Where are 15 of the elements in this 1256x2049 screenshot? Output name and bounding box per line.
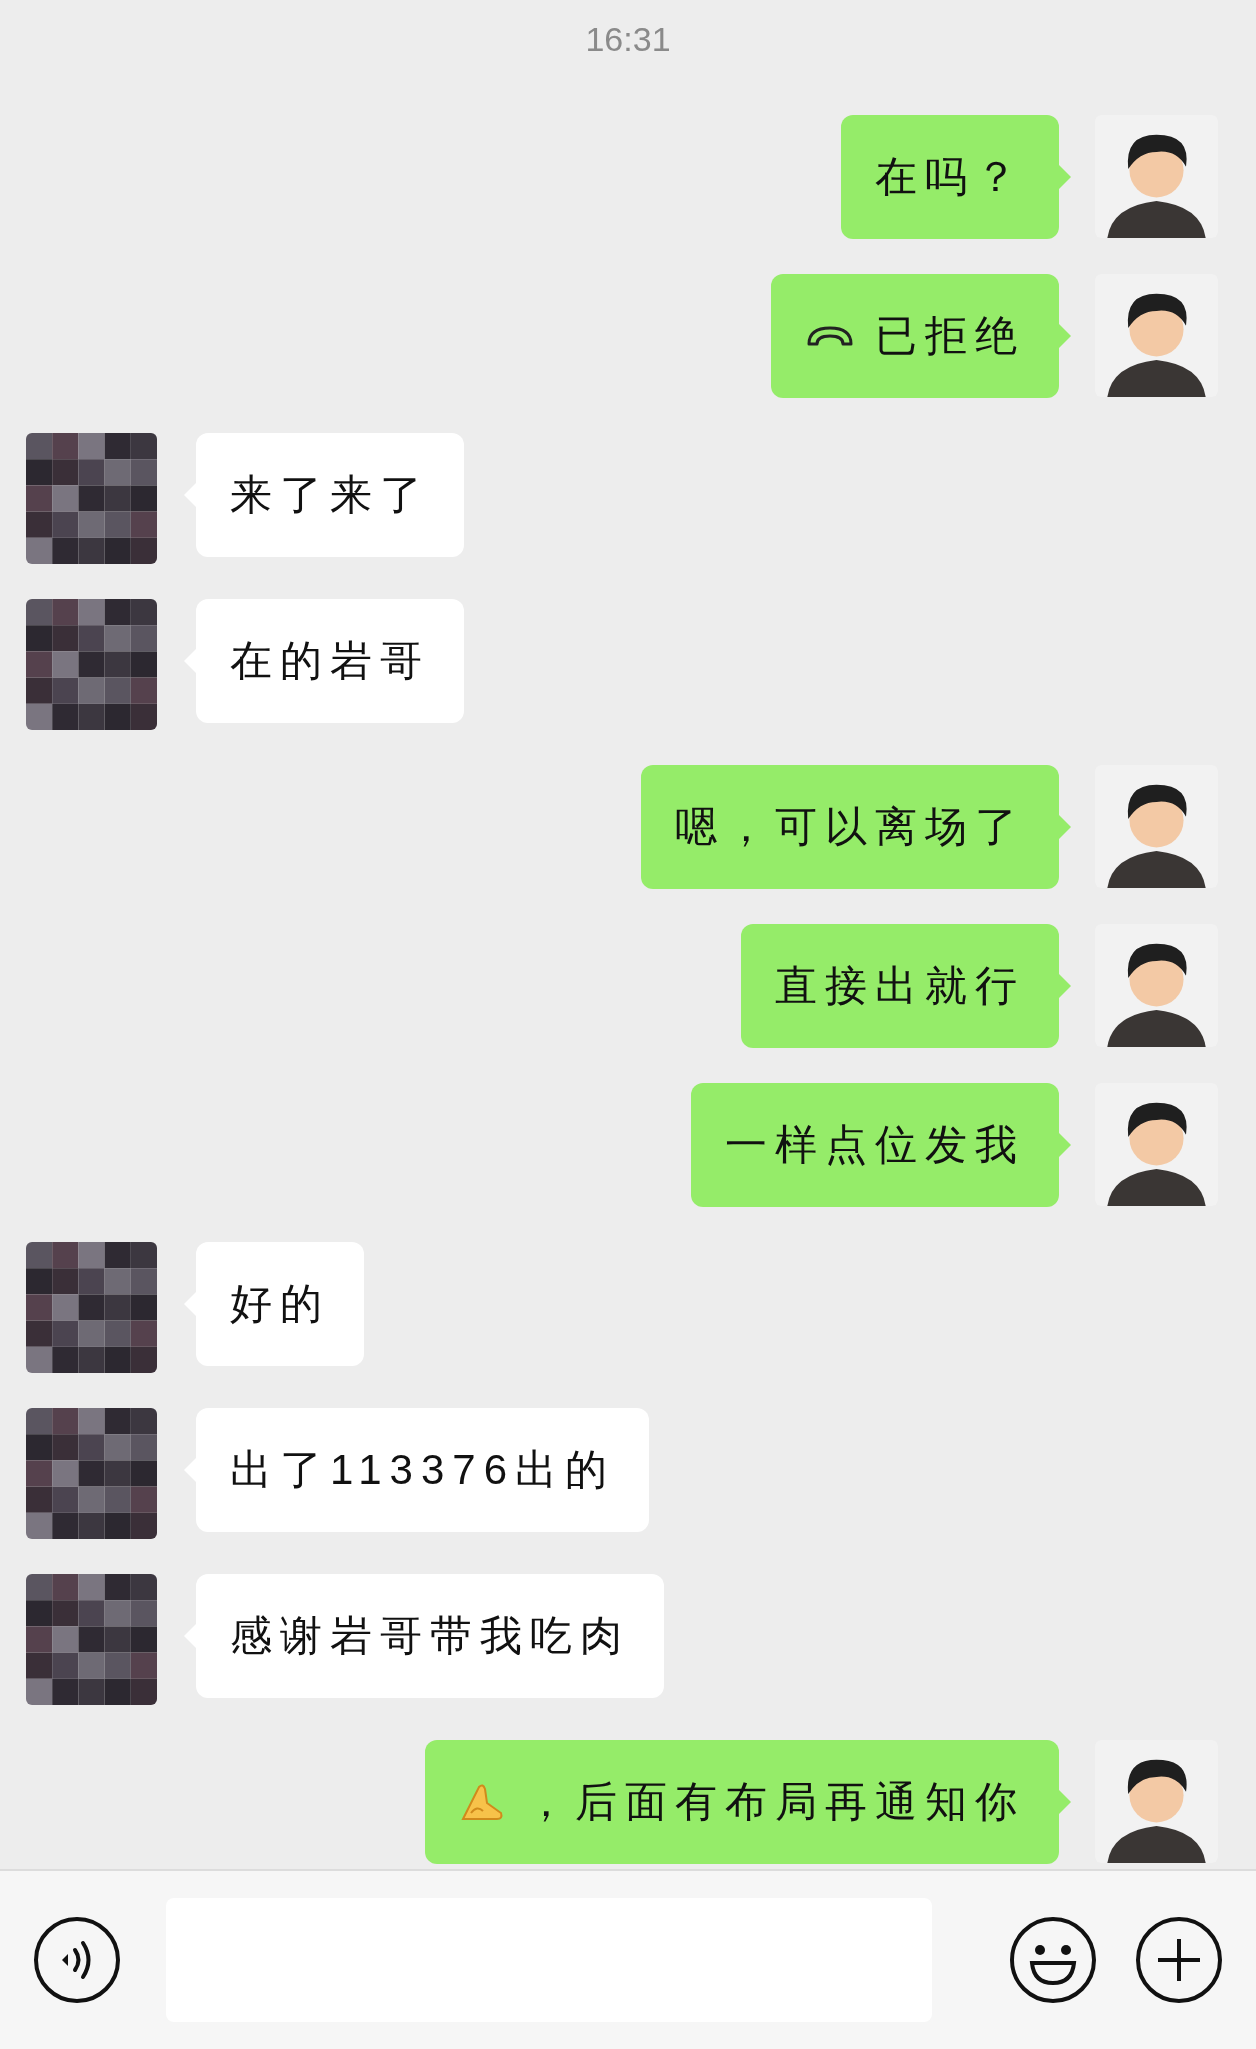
message-bubble[interactable]: 直接出就行 <box>741 924 1059 1048</box>
timestamp: 16:31 <box>585 19 671 60</box>
message-bubble[interactable]: 一样点位发我 <box>691 1083 1059 1207</box>
message-bubble[interactable]: 在的岩哥 <box>196 599 464 723</box>
add-icon[interactable] <box>1134 1915 1224 2005</box>
message-bubble[interactable]: 来了来了 <box>196 433 464 557</box>
message-bubble[interactable]: 好的 <box>196 1242 364 1366</box>
message-bubble[interactable]: 已拒绝 <box>771 274 1059 398</box>
message-bubble[interactable]: 嗯，可以离场了 <box>641 765 1059 889</box>
message-bubble[interactable]: ，后面有布局再通知你 <box>425 1740 1059 1864</box>
emoji-icon[interactable] <box>1008 1915 1098 2005</box>
message-bubble[interactable]: 在吗？ <box>841 115 1059 239</box>
voice-icon[interactable] <box>32 1915 122 2005</box>
message-bubble[interactable]: 感谢岩哥带我吃肉 <box>196 1574 664 1698</box>
message-bubble[interactable]: 出了113376出的 <box>196 1408 650 1532</box>
